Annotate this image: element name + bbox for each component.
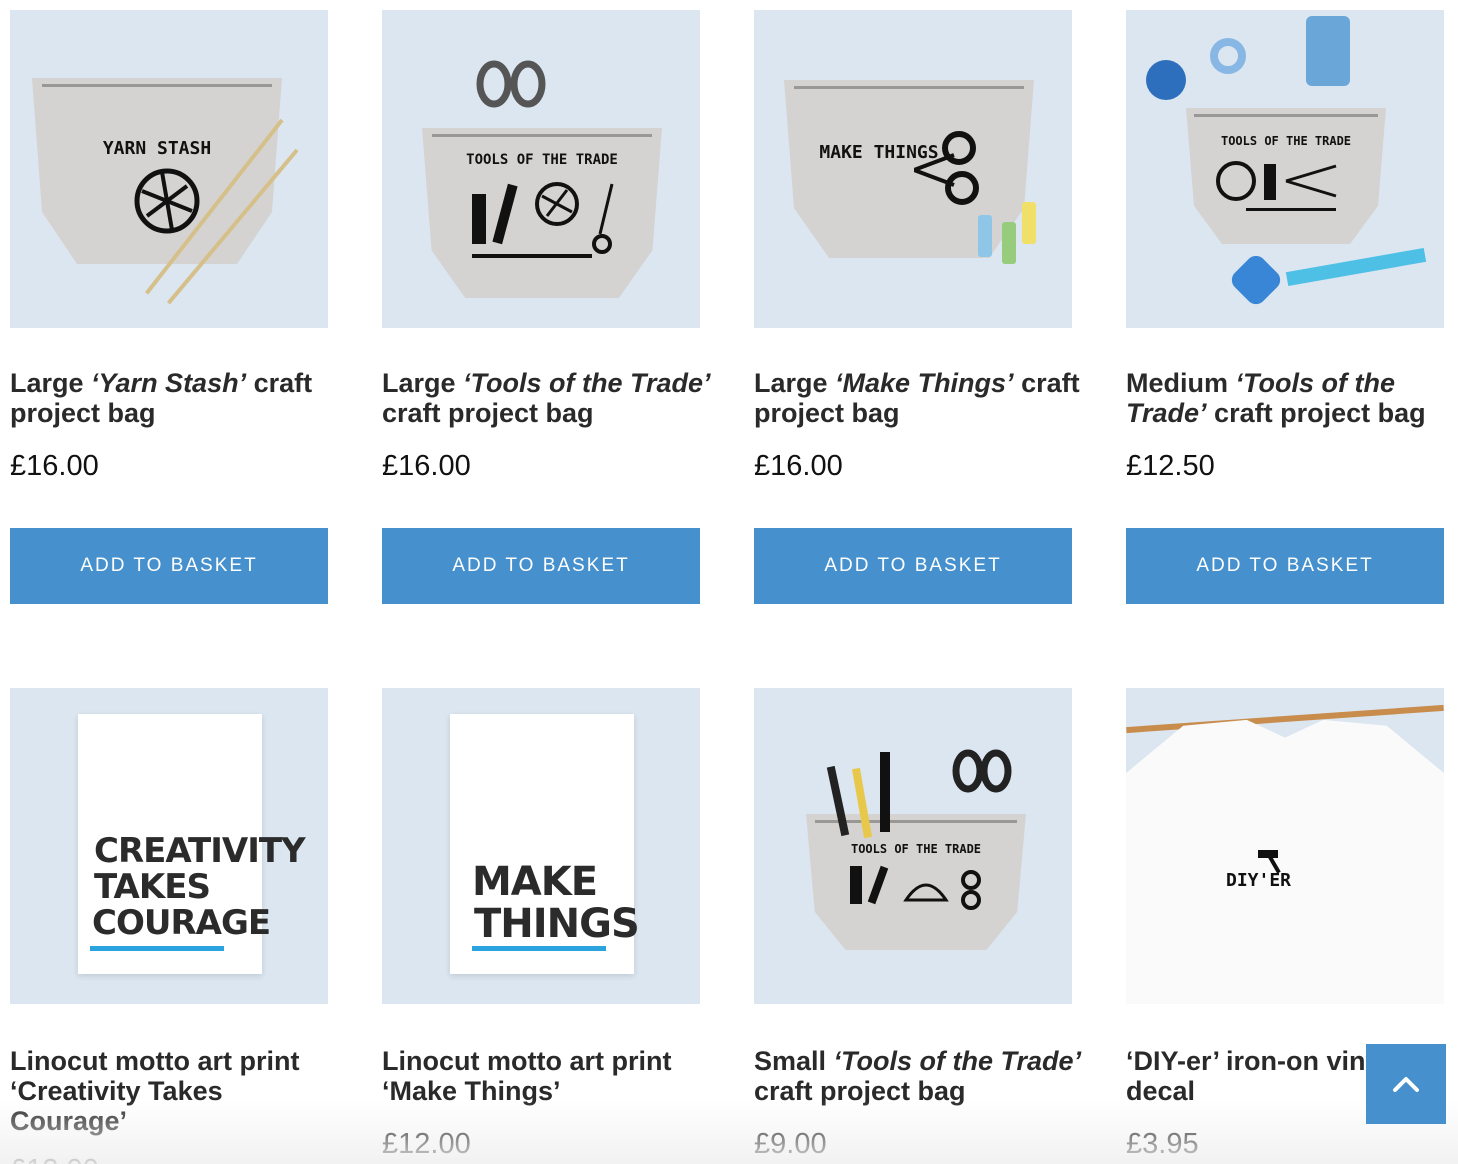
product-title[interactable]: Small ‘Tools of the Trade’ craft project…	[754, 1046, 1084, 1106]
chalk-triangle	[1227, 251, 1285, 309]
product-title[interactable]: Large ‘Yarn Stash’ craft project bag	[10, 368, 340, 428]
bag-print-text: YARN STASH	[102, 138, 212, 159]
zipper	[794, 86, 1024, 89]
product-image[interactable]: YARN STASH	[10, 10, 328, 328]
bag-print-text: TOOLS OF THE TRADE	[850, 842, 982, 856]
print-text-line: MAKE	[472, 859, 598, 905]
thread-spool	[978, 215, 992, 257]
twine-spool	[1306, 16, 1350, 86]
print-underline	[472, 946, 606, 951]
zipper	[42, 84, 272, 87]
print-underline	[90, 946, 224, 951]
thread-spool	[1002, 222, 1016, 264]
product-title[interactable]: Linocut motto art print ‘Creativity Take…	[10, 1046, 340, 1136]
print-text-line: TAKES	[94, 867, 211, 907]
add-to-basket-button[interactable]: ADD TO BASKET	[1126, 528, 1444, 604]
product-title[interactable]: Linocut motto art print ‘Make Things’	[382, 1046, 712, 1106]
measuring-tape	[1285, 247, 1427, 287]
zipper	[1194, 114, 1378, 117]
hammer-icon	[1258, 850, 1281, 874]
product-price: £9.00	[754, 1128, 827, 1160]
product-price: £12.00	[382, 1128, 471, 1160]
print-text-line: COURAGE	[92, 903, 271, 943]
tape-reel	[1210, 38, 1246, 74]
craft-tools-icon	[850, 865, 981, 910]
product-card: YARN STASH Large ‘Yarn Stash’ craft proj…	[10, 10, 328, 604]
product-price: £16.00	[382, 450, 471, 482]
product-image[interactable]: MAKE THINGS	[754, 10, 1072, 328]
craft-tools-icon	[1216, 161, 1337, 211]
yarn-ball-icon	[134, 168, 200, 234]
product-image[interactable]: TOOLS OF THE TRADE	[754, 688, 1072, 1004]
add-to-basket-button[interactable]: ADD TO BASKET	[382, 528, 700, 604]
product-card: CREATIVITY TAKES COURAGE Linocut motto a…	[10, 688, 328, 1164]
hanger	[1126, 704, 1444, 734]
product-image[interactable]: TOOLS OF THE TRADE	[1126, 10, 1444, 328]
product-image[interactable]: CREATIVITY TAKES COURAGE	[10, 688, 328, 1004]
art-print: CREATIVITY TAKES COURAGE	[78, 714, 306, 974]
product-title[interactable]: Large ‘Make Things’ craft project bag	[754, 368, 1084, 428]
product-title[interactable]: Medium ‘Tools of the Trade’ craft projec…	[1126, 368, 1456, 428]
add-to-basket-button[interactable]: ADD TO BASKET	[10, 528, 328, 604]
product-price: £3.95	[1126, 1128, 1199, 1160]
product-price: £12.50	[1126, 450, 1215, 482]
product-card: MAKE THINGS Large ‘Make Things’ craft pr…	[754, 10, 1080, 604]
bag-print-text: TOOLS OF THE TRADE	[1220, 134, 1352, 148]
product-price: £16.00	[754, 450, 843, 482]
product-price: £12.00	[10, 1154, 99, 1164]
chevron-up-icon	[1393, 1077, 1419, 1092]
product-card: TOOLS OF THE TRADE Small ‘Tools of the T…	[754, 688, 1081, 1160]
product-image[interactable]: MAKE THINGS	[382, 688, 700, 1004]
bag-print-text: MAKE THINGS	[819, 142, 939, 163]
scroll-to-top-button[interactable]	[1366, 1044, 1446, 1124]
product-image[interactable]: DIY'ER	[1126, 688, 1444, 1004]
bag-illustration: TOOLS OF THE TRADE	[806, 814, 1026, 950]
pen	[880, 752, 890, 832]
print-text-line: THINGS	[474, 901, 640, 947]
buttons-decoration	[1146, 60, 1186, 100]
bag-illustration: MAKE THINGS	[784, 80, 1034, 258]
thread-spool	[1022, 202, 1036, 244]
product-price: £16.00	[10, 450, 99, 482]
craft-tools-icon	[472, 182, 614, 258]
product-card: TOOLS OF THE TRADE Large ‘Tools of the T…	[382, 10, 711, 604]
scissors-icon	[914, 131, 979, 205]
art-print: MAKE THINGS	[450, 714, 640, 974]
scissors-icon	[952, 749, 1012, 793]
print-text-line: CREATIVITY	[94, 831, 306, 871]
product-card: MAKE THINGS Linocut motto art print ‘Mak…	[382, 688, 700, 1160]
product-card: TOOLS OF THE TRADE Medium ‘Tools of the …	[1126, 10, 1444, 604]
bag-print-text: TOOLS OF THE TRADE	[466, 152, 618, 168]
product-card: DIY'ER ‘DIY-er’ iron-on vinyl decal £3.9…	[1126, 688, 1444, 1160]
bag-illustration: TOOLS OF THE TRADE	[422, 128, 662, 298]
product-title[interactable]: Large ‘Tools of the Trade’ craft project…	[382, 368, 712, 428]
product-image[interactable]: TOOLS OF THE TRADE	[382, 10, 700, 328]
bag-illustration: TOOLS OF THE TRADE	[1186, 108, 1386, 244]
scissors-icon	[476, 60, 546, 108]
add-to-basket-button[interactable]: ADD TO BASKET	[754, 528, 1072, 604]
